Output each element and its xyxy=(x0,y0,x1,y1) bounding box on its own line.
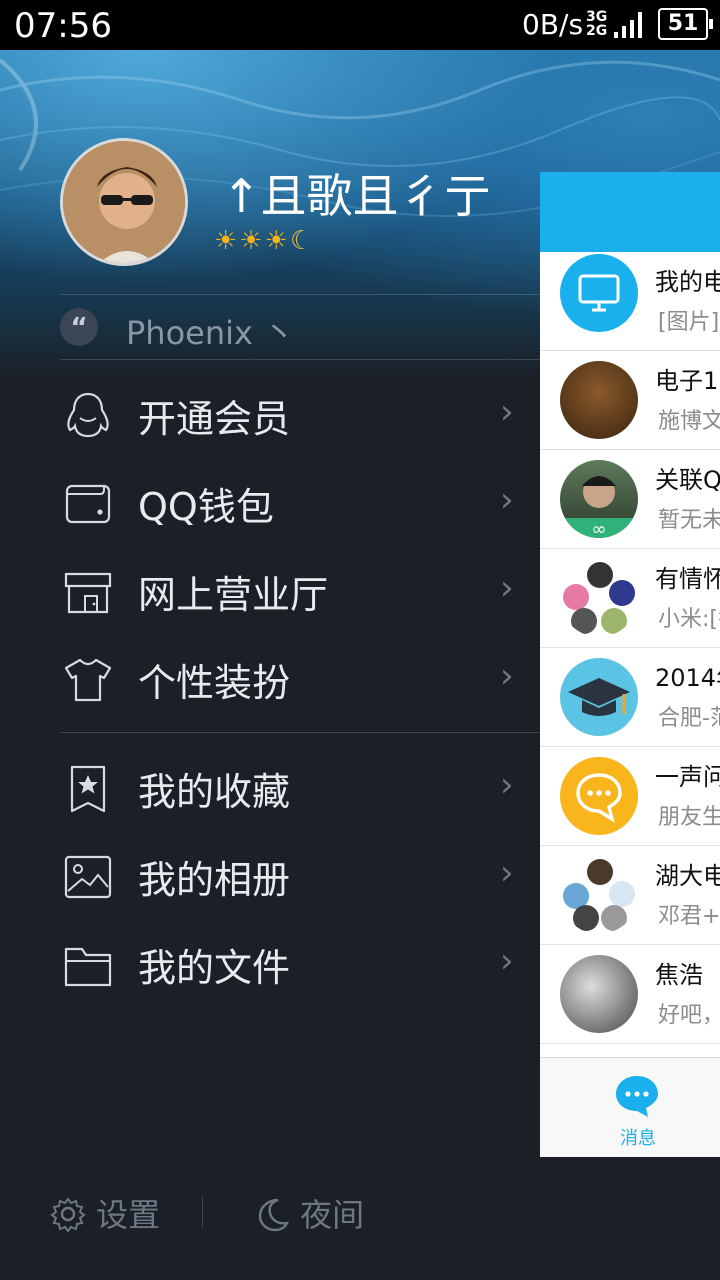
conversation-preview: 小米:[截 xyxy=(658,607,720,632)
divider xyxy=(60,294,540,295)
avatar xyxy=(560,361,638,439)
store-icon xyxy=(64,572,112,614)
conversation-title: 有情怀 xyxy=(655,565,720,593)
sun-icon: ☀ xyxy=(239,226,265,256)
gear-icon xyxy=(50,1197,86,1233)
conversation-preview: 好吧， xyxy=(658,1003,720,1028)
footer-divider xyxy=(202,1196,203,1228)
avatar xyxy=(560,955,638,1033)
messages-tab-icon[interactable] xyxy=(614,1074,660,1118)
avatar-portrait xyxy=(63,141,185,263)
wallet-icon xyxy=(65,484,111,524)
chat-bubble-icon xyxy=(560,757,638,835)
chevron-right-icon: › xyxy=(500,765,514,805)
status-network-type: 3G 2G xyxy=(586,9,608,39)
chevron-right-icon: › xyxy=(500,941,514,981)
menu-label: QQ钱包 xyxy=(138,485,274,529)
list-item[interactable]: 焦浩 好吧， xyxy=(540,945,720,1044)
menu-label: 我的收藏 xyxy=(138,770,291,814)
chevron-right-icon: › xyxy=(500,656,514,696)
conversation-title: 湖大电 xyxy=(655,862,720,890)
list-item[interactable]: 有情怀 小米:[截 xyxy=(540,549,720,648)
battery-indicator: 51 xyxy=(658,8,713,40)
list-item[interactable]: 我的电 [图片] xyxy=(540,252,720,351)
conversation-preview: 施博文 xyxy=(658,409,720,434)
conversation-title: 焦浩 xyxy=(655,961,703,989)
conversation-title: 我的电 xyxy=(655,268,720,296)
chevron-right-icon: › xyxy=(500,480,514,520)
graduation-cap-icon xyxy=(560,658,638,736)
computer-icon xyxy=(560,254,638,332)
sun-icon: ☀ xyxy=(264,226,290,256)
conversation-preview: [图片] xyxy=(658,310,720,335)
divider xyxy=(60,732,540,733)
menu-label: 我的相册 xyxy=(138,858,291,902)
user-nickname[interactable]: ↑且歌且彳亍 xyxy=(222,160,491,226)
list-item[interactable]: ∞ 关联Q 暂无未 xyxy=(540,450,720,549)
conversation-preview: 暂无未 xyxy=(658,508,720,533)
moon-icon xyxy=(258,1198,290,1232)
quote-icon: “ xyxy=(60,308,98,346)
group-avatar xyxy=(560,559,638,637)
conversation-title: 关联Q xyxy=(655,466,720,494)
chevron-right-icon: › xyxy=(500,392,514,432)
panel-header xyxy=(540,172,720,252)
conversation-preview: 合肥-范 xyxy=(658,706,720,731)
svg-text:∞: ∞ xyxy=(592,519,607,538)
chevron-right-icon: › xyxy=(500,568,514,608)
list-item[interactable]: 一声问 朋友生 xyxy=(540,747,720,846)
menu-item-favorites[interactable]: 我的收藏 › xyxy=(60,743,540,831)
conversation-title: 2014年 xyxy=(655,664,720,692)
night-mode-button[interactable]: 夜间 xyxy=(254,1190,364,1236)
user-avatar[interactable] xyxy=(60,138,188,266)
menu-item-files[interactable]: 我的文件 › xyxy=(60,919,540,1007)
conversation-preview: 朋友生 xyxy=(658,805,720,830)
bookmark-star-icon xyxy=(70,765,106,813)
photo-icon xyxy=(64,855,112,899)
qq-side-drawer-screen: 07:56 0B/s 3G 2G 51 ↑且歌且彳亍 ☀☀☀☾ “ Phoeni… xyxy=(0,0,720,1280)
menu-item-album[interactable]: 我的相册 › xyxy=(60,831,540,919)
tab-messages[interactable]: 消息 xyxy=(620,1124,656,1150)
user-level-icons[interactable]: ☀☀☀☾ xyxy=(214,226,315,256)
menu-item-online-store[interactable]: 网上营业厅 › xyxy=(60,546,540,634)
menu-label: 个性装扮 xyxy=(138,661,291,705)
status-network-speed: 0B/s xyxy=(522,8,584,41)
status-bar: 07:56 0B/s 3G 2G 51 xyxy=(0,0,720,50)
penguin-icon xyxy=(67,392,109,438)
menu-item-personalize[interactable]: 个性装扮 › xyxy=(60,634,540,722)
chevron-right-icon: › xyxy=(500,853,514,893)
conversation-preview: 邓君+1 xyxy=(658,904,720,929)
group-avatar xyxy=(560,856,638,934)
night-mode-label: 夜间 xyxy=(300,1196,365,1234)
divider xyxy=(60,359,540,360)
list-item[interactable]: 2014年 合肥-范 xyxy=(540,648,720,747)
settings-button[interactable]: 设置 xyxy=(50,1190,160,1236)
user-signature[interactable]: Phoenix 丶 xyxy=(126,308,295,354)
conversation-panel-peek[interactable]: 我的电 [图片] 电子1 施博文 ∞ 关联Q 暂无未 有情怀 小米:[截 xyxy=(540,172,720,1157)
list-item[interactable]: 湖大电 邓君+1 xyxy=(540,846,720,945)
menu-item-wallet[interactable]: QQ钱包 › xyxy=(60,458,540,546)
signal-icon xyxy=(614,12,642,38)
menu-label: 我的文件 xyxy=(138,946,291,990)
sun-icon: ☀ xyxy=(214,226,240,256)
menu-item-vip[interactable]: 开通会员 › xyxy=(60,370,540,458)
folder-icon xyxy=(64,947,112,987)
settings-label: 设置 xyxy=(96,1196,161,1234)
tshirt-icon xyxy=(64,658,112,702)
moon-icon: ☾ xyxy=(289,226,316,256)
avatar: ∞ xyxy=(560,460,638,538)
conversation-title: 电子1 xyxy=(655,367,719,395)
bottom-tab-bar: 消息 xyxy=(540,1057,720,1157)
list-item[interactable]: 电子1 施博文 xyxy=(540,351,720,450)
menu-label: 网上营业厅 xyxy=(138,573,329,617)
menu-label: 开通会员 xyxy=(138,397,291,441)
conversation-title: 一声问 xyxy=(655,763,720,791)
status-time: 07:56 xyxy=(14,6,112,46)
